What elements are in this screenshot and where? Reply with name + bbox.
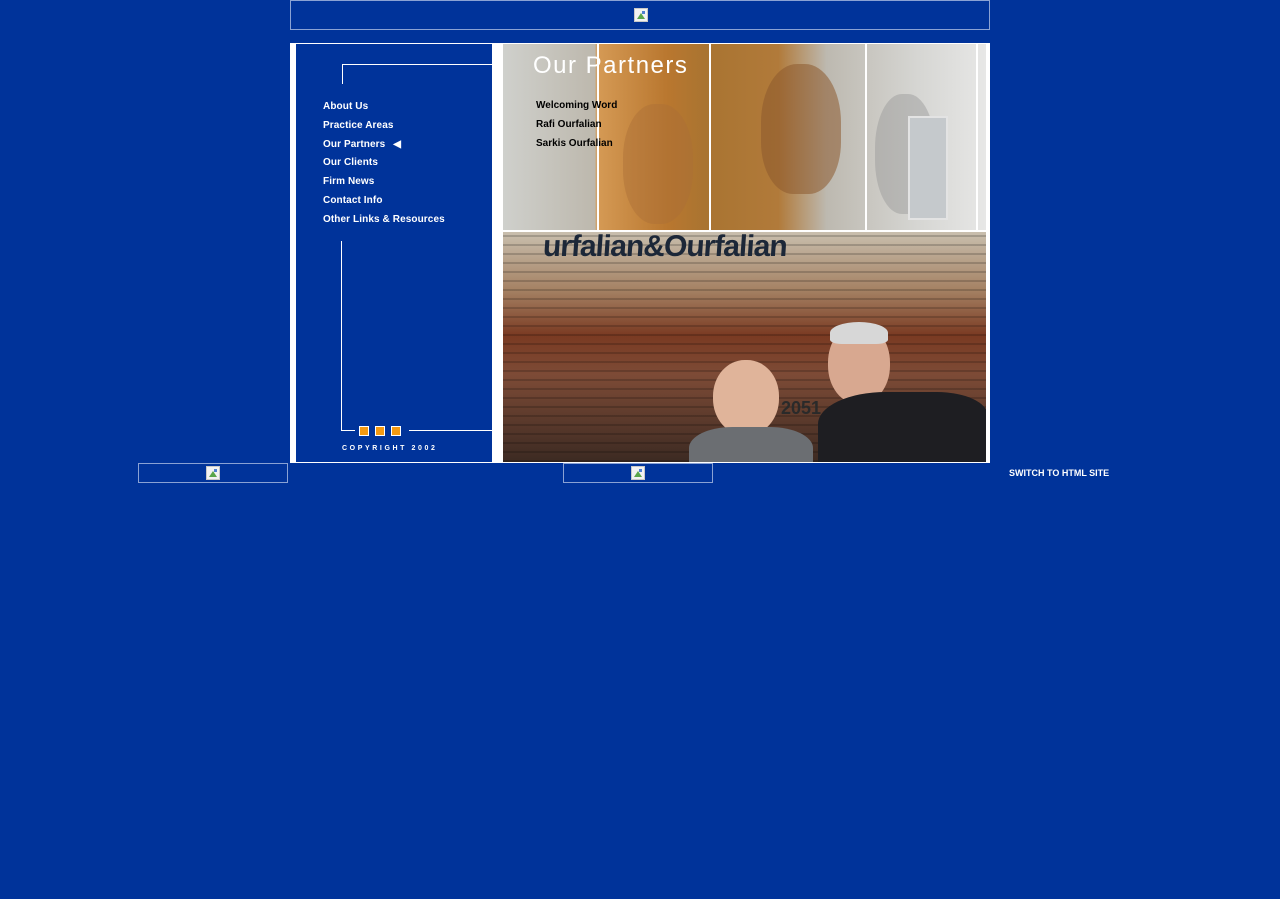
active-arrow-icon: ◀: [393, 139, 402, 150]
window-shape: [908, 116, 948, 220]
partner-figure: [689, 427, 813, 462]
nav-item-label: Practice Areas: [323, 120, 394, 131]
nav-item-label: About Us: [323, 101, 369, 112]
footer-image-left[interactable]: [138, 463, 288, 483]
partner-figure: [818, 392, 986, 462]
nav-item-other-links[interactable]: Other Links & Resources: [323, 214, 445, 225]
orange-square-icon: [391, 426, 401, 436]
header-banner-image: [290, 0, 990, 30]
copyright-text: COPYRIGHT 2002: [342, 445, 438, 452]
partner-hair: [830, 322, 888, 344]
face-shape: [761, 64, 841, 194]
nav-item-label: Our Partners: [323, 139, 386, 150]
nav-item-label: Firm News: [323, 176, 375, 187]
photo-divider: [709, 44, 711, 230]
partners-portrait-photo: Our Partners Welcoming Word Rafi Ourfali…: [503, 44, 986, 230]
nav-top-rule: [342, 64, 492, 65]
main-panel: About Us Practice Areas Our Partners ◀ O…: [290, 43, 990, 463]
orange-square-icon: [359, 426, 369, 436]
sub-item-rafi-ourfalian[interactable]: Rafi Ourfalian: [536, 119, 602, 130]
nav-bottom-rule-left: [341, 430, 355, 431]
broken-image-icon: [631, 466, 645, 480]
nav-item-our-partners[interactable]: Our Partners ◀: [323, 139, 401, 150]
photo-divider: [865, 44, 867, 230]
building-sign: urfalian&Ourfalian: [541, 232, 788, 263]
building-number: 2051: [781, 398, 822, 418]
nav-item-label: Other Links & Resources: [323, 214, 445, 225]
nav-top-tick: [342, 64, 343, 84]
nav-item-label: Our Clients: [323, 157, 378, 168]
nav-bottom-rule-right: [409, 430, 492, 431]
sub-item-sarkis-ourfalian[interactable]: Sarkis Ourfalian: [536, 138, 613, 149]
broken-image-icon: [634, 8, 648, 22]
sub-item-welcoming-word[interactable]: Welcoming Word: [536, 100, 617, 111]
nav-item-practice-areas[interactable]: Practice Areas: [323, 120, 394, 131]
orange-square-icon: [375, 426, 385, 436]
nav-item-firm-news[interactable]: Firm News: [323, 176, 374, 187]
building-photo: urfalian&Ourfalian 2051: [503, 232, 986, 462]
broken-image-icon: [206, 466, 220, 480]
nav-item-our-clients[interactable]: Our Clients: [323, 157, 378, 168]
switch-to-html-link[interactable]: SWITCH TO HTML SITE: [1009, 468, 1109, 478]
face-shape: [623, 104, 693, 224]
footer-image-center[interactable]: [563, 463, 713, 483]
nav-item-label: Contact Info: [323, 195, 383, 206]
sidebar-nav: About Us Practice Areas Our Partners ◀ O…: [296, 44, 493, 462]
page-title: Our Partners: [533, 52, 689, 79]
partner-figure: [713, 360, 779, 435]
nav-item-about-us[interactable]: About Us: [323, 101, 368, 112]
nav-vertical-rule: [341, 241, 342, 431]
nav-item-contact-info[interactable]: Contact Info: [323, 195, 383, 206]
photo-divider: [976, 44, 978, 230]
